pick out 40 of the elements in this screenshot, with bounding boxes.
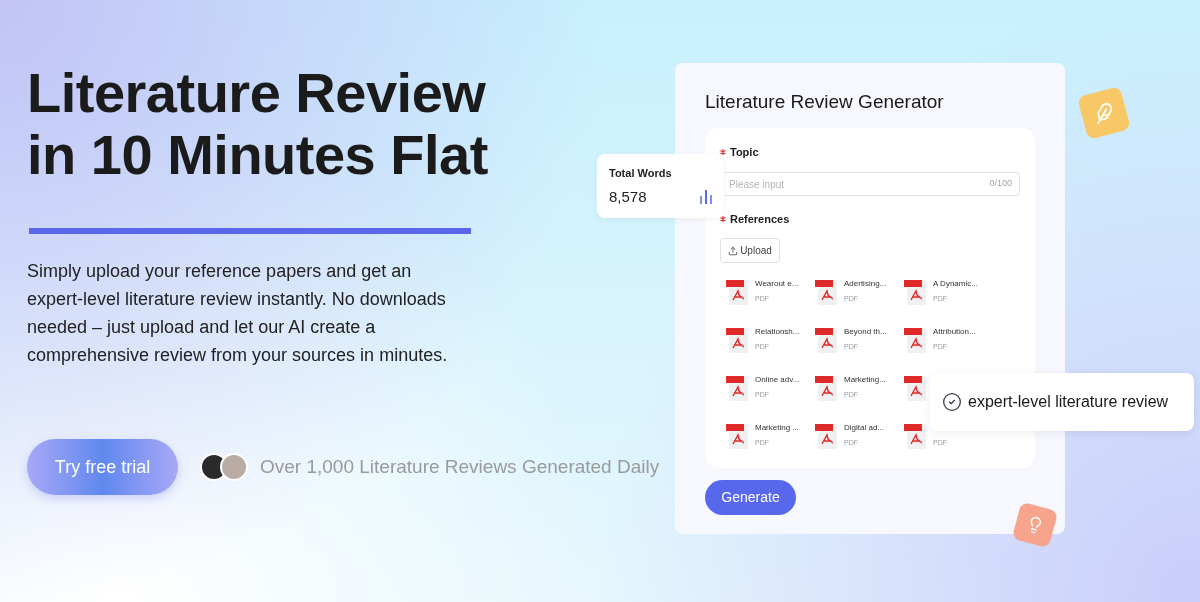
description: Simply upload your reference papers and get an expert-level literature review instantly. No downloads needed – just upload and let our AI create a comprehensive review from your sources in minutes. (27, 260, 449, 367)
field-label: References (730, 211, 790, 227)
file-name: Beyond th... (844, 326, 887, 337)
file-name: Wearout e... (755, 278, 799, 289)
stats-value: 8,578 (609, 187, 647, 207)
generate-button[interactable]: Generate (705, 480, 796, 515)
pdf-file-icon (726, 374, 750, 402)
pdf-file-icon (904, 374, 928, 402)
pdf-file-icon (815, 278, 839, 306)
file-name: Relationsh... (755, 326, 800, 337)
upload-icon (728, 245, 739, 256)
pdf-file-icon (726, 278, 750, 306)
upload-button[interactable]: Upload (720, 238, 780, 263)
file-name: A Dynamic... (933, 278, 978, 289)
avatar (220, 453, 248, 481)
pdf-file-icon (815, 326, 839, 354)
check-icon (942, 392, 962, 412)
file-name: Adertising... (844, 278, 887, 289)
headline: in 10 Minutes Flat (27, 124, 488, 186)
pdf-file-icon (904, 278, 928, 306)
pdf-file-icon (904, 326, 928, 354)
headline: Literature Review (27, 62, 486, 124)
file-name: Digital ad... (844, 422, 885, 433)
pdf-file-icon (726, 422, 750, 450)
file-name: Online adv... (755, 374, 800, 385)
pdf-file-icon (815, 374, 839, 402)
social-proof-text: Over 1,000 Literature Reviews Generated Daily (260, 454, 660, 479)
file-name: Marketing... (844, 374, 886, 385)
generator-title: Literature Review Generator (705, 91, 945, 113)
field-label: Topic (730, 145, 759, 160)
file-name: Attribution... (933, 326, 976, 337)
stats-label: Total Words (609, 166, 673, 180)
file-name: Marketing ... (755, 422, 799, 433)
character-counter: 0/100 (989, 176, 1012, 189)
pdf-file-icon (904, 422, 928, 450)
free-trial-button[interactable]: Try free trial (27, 439, 178, 495)
pdf-file-icon (726, 326, 750, 354)
pdf-file-icon (815, 422, 839, 450)
bar-chart-icon (700, 190, 712, 205)
badge-text: expert-level literature review (968, 392, 1169, 412)
